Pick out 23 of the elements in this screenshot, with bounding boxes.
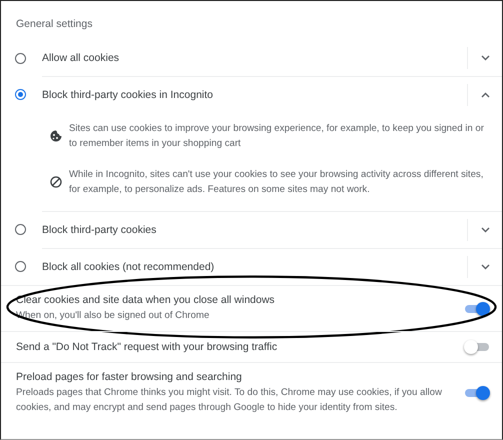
cookie-icon <box>50 130 62 142</box>
option-label: Allow all cookies <box>42 52 120 64</box>
chevron-down-icon[interactable] <box>480 227 490 233</box>
radio-button[interactable] <box>15 89 26 100</box>
chevron-up-icon[interactable] <box>480 92 490 98</box>
option-description: Sites can use cookies to improve your browsing experience, for example, to keep you signed in or to remember items in your shopping cart <box>69 122 485 151</box>
setting-label: Send a "Do Not Track" request with your browsing traffic <box>16 341 278 353</box>
section-title: General settings <box>15 17 94 32</box>
radio-button[interactable] <box>15 224 26 235</box>
chevron-down-icon[interactable] <box>480 264 490 270</box>
chevron-down-icon[interactable] <box>480 55 490 61</box>
setting-description: Preloads pages that Chrome thinks you might visit. To do this, Chrome may use cookies, if you allow cookies, and may encrypt and send pages through Google to hide your identity from sites. <box>16 386 443 415</box>
blocked-icon <box>50 176 62 188</box>
toggle-switch[interactable] <box>464 340 490 354</box>
toggle-switch[interactable] <box>464 302 490 316</box>
radio-button[interactable] <box>15 261 26 272</box>
setting-label: Preload pages for faster browsing and searching <box>16 371 243 383</box>
option-label: Block third-party cookies in Incognito <box>42 89 214 101</box>
option-description: While in Incognito, sites can't use your cookies to see your browsing activity across different sites, for example, to personalize ads. Features on some sites may not work. <box>69 168 484 197</box>
option-label: Block third-party cookies <box>42 224 158 236</box>
toggle-switch[interactable] <box>464 386 490 400</box>
radio-button[interactable] <box>15 52 26 64</box>
option-label: Block all cookies (not recommended) <box>42 261 216 273</box>
